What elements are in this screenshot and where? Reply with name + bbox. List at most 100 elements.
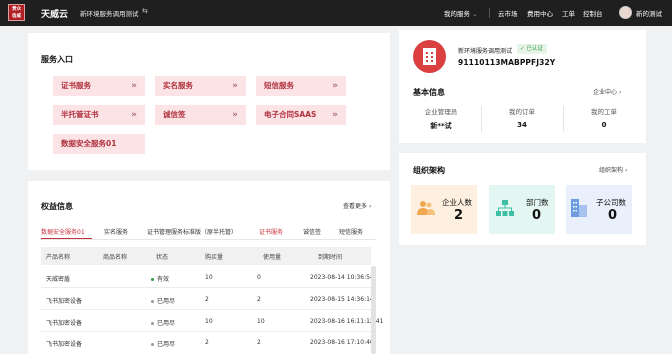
stat-admin-value[interactable]: 新**试 [413, 121, 469, 131]
table-row-status: 已用尽 [151, 339, 175, 348]
table-row-product: 飞书加密设备 [46, 341, 83, 348]
tab-realname[interactable]: 实名服务 [104, 227, 128, 236]
switch-project-icon[interactable]: ⇆ [142, 7, 148, 15]
table-row-used: 0 [257, 274, 261, 281]
company-credit-code: 91110113MABPPFJ32Y [458, 58, 556, 67]
people-icon [417, 201, 435, 215]
org-chart-icon [496, 200, 514, 216]
user-name[interactable]: 新的测试 [636, 8, 662, 18]
table-row-expire: 2023-08-16 17:10:40 [310, 339, 374, 346]
service-e-contract[interactable]: 电子合同SAAS» [256, 105, 346, 125]
active-tab-indicator [41, 238, 92, 239]
service-entry-title: 服务入口 [41, 55, 73, 64]
table-row-status: 已用尽 [151, 318, 175, 327]
stat-orders-value[interactable]: 34 [494, 121, 550, 129]
company-building-icon [413, 40, 446, 73]
col-goods: 商品名称 [103, 254, 128, 261]
stat-admin-label: 企业管理员 [424, 108, 458, 116]
brand-name[interactable]: 天威云 [41, 7, 68, 20]
check-circle-icon: ✓ [520, 46, 525, 52]
status-dot-icon [151, 322, 154, 325]
service-semi-managed-cert[interactable]: 半托管证书» [53, 105, 145, 125]
tab-cert-management[interactable]: 证书管理服务标准版（原半托管） [147, 227, 237, 236]
org-card-employees[interactable]: 企业人数 2 [411, 185, 477, 234]
service-cert[interactable]: 证书服务» [53, 76, 145, 96]
table-row-bought: 10 [205, 274, 213, 281]
stat-divider [563, 106, 564, 132]
nav-billing[interactable]: 费用中心 [527, 8, 553, 18]
brand-logo[interactable]: 贵众 信威 [8, 4, 25, 21]
tab-sms[interactable]: 短信服务 [339, 227, 363, 236]
table-row-status: 已用尽 [151, 296, 175, 305]
org-card-subsidiaries[interactable]: 子公司数 0 [566, 185, 632, 234]
verified-badge: ✓ 已认证 [517, 44, 547, 54]
chevron-right-icon: › [368, 203, 372, 210]
double-chevron-right-icon: » [232, 110, 238, 120]
row-divider [41, 287, 371, 288]
avatar[interactable] [619, 6, 632, 19]
nav-console[interactable]: 控制台 [583, 8, 603, 18]
org-departments-label: 部门数 [526, 198, 549, 207]
enterprise-center-link[interactable]: 企业中心 › [593, 87, 621, 96]
stat-tickets-value[interactable]: 0 [576, 121, 632, 129]
table-row-bought: 10 [205, 318, 213, 325]
col-status: 状态 [156, 254, 169, 261]
buildings-icon [571, 199, 587, 217]
company-name: 新环境服务调用测试 [458, 48, 513, 55]
status-dot-icon [151, 300, 154, 303]
tab-cert-service[interactable]: 证书服务 [259, 227, 283, 236]
stat-tickets-label: 我的工单 [591, 108, 617, 116]
table-row-used: 2 [257, 339, 261, 346]
double-chevron-right-icon: » [131, 81, 137, 91]
stat-orders-label: 我的订单 [509, 108, 535, 116]
equity-panel [28, 181, 390, 354]
service-realname[interactable]: 实名服务» [155, 76, 246, 96]
org-subsidiaries-value: 0 [608, 208, 618, 223]
row-divider [41, 331, 371, 332]
service-sms[interactable]: 短信服务» [256, 76, 346, 96]
table-row-bought: 2 [205, 296, 209, 303]
org-employees-label: 企业人数 [442, 198, 472, 207]
table-row-expire: 2023-08-14 10:36:54 [310, 274, 374, 281]
tab-integrity-sign[interactable]: 诚信签 [303, 227, 321, 236]
nav-divider [489, 8, 490, 18]
table-row-product: 飞书加密设备 [46, 320, 83, 327]
org-card-departments[interactable]: 部门数 0 [489, 185, 555, 234]
col-product: 产品名称 [46, 254, 71, 261]
logo-text-1: 贵众 [12, 7, 21, 12]
top-bar: 贵众 信威 天威云 新环境服务调用测试 ⇆ 我的服务 ⌄ 云市场 费用中心 工单… [0, 0, 672, 26]
nav-tickets[interactable]: 工单 [562, 8, 575, 18]
chevron-down-icon: ⌄ [472, 10, 478, 18]
col-expire: 到期时间 [318, 254, 343, 261]
table-scrollbar[interactable] [371, 266, 376, 354]
basic-info-title: 基本信息 [413, 88, 445, 97]
double-chevron-right-icon: » [131, 110, 137, 120]
chevron-right-icon: › [624, 167, 628, 174]
org-employees-value: 2 [454, 208, 464, 223]
row-divider [41, 309, 371, 310]
table-row-status: 有效 [151, 274, 169, 283]
stat-divider [481, 106, 482, 132]
table-row-expire: 2023-08-15 14:36:14 [310, 296, 374, 303]
nav-my-services[interactable]: 我的服务 ⌄ [444, 8, 478, 18]
status-dot-icon [151, 278, 154, 281]
nav-cloud-market[interactable]: 云市场 [498, 8, 518, 18]
org-title: 组织架构 [413, 166, 445, 175]
org-structure-link[interactable]: 组织架构 › [599, 165, 627, 174]
table-row-product: 天威密盾 [46, 276, 71, 283]
col-bought: 购买量 [205, 254, 224, 261]
double-chevron-right-icon: » [332, 81, 338, 91]
view-more-link[interactable]: 查看更多 › [343, 201, 371, 210]
tab-data-security[interactable]: 数据安全服务01 [41, 227, 85, 236]
table-row-bought: 2 [205, 339, 209, 346]
service-data-security[interactable]: 数据安全服务01 [53, 134, 145, 154]
table-row-product: 飞书加密设备 [46, 298, 83, 305]
project-selector[interactable]: 新环境服务调用测试 [80, 8, 139, 18]
org-departments-value: 0 [532, 208, 542, 223]
table-row-used: 2 [257, 296, 261, 303]
logo-text-2: 信威 [12, 14, 21, 19]
chevron-right-icon: › [618, 89, 622, 96]
double-chevron-right-icon: » [332, 110, 338, 120]
status-dot-icon [151, 343, 154, 346]
service-integrity-sign[interactable]: 诚信签» [155, 105, 246, 125]
